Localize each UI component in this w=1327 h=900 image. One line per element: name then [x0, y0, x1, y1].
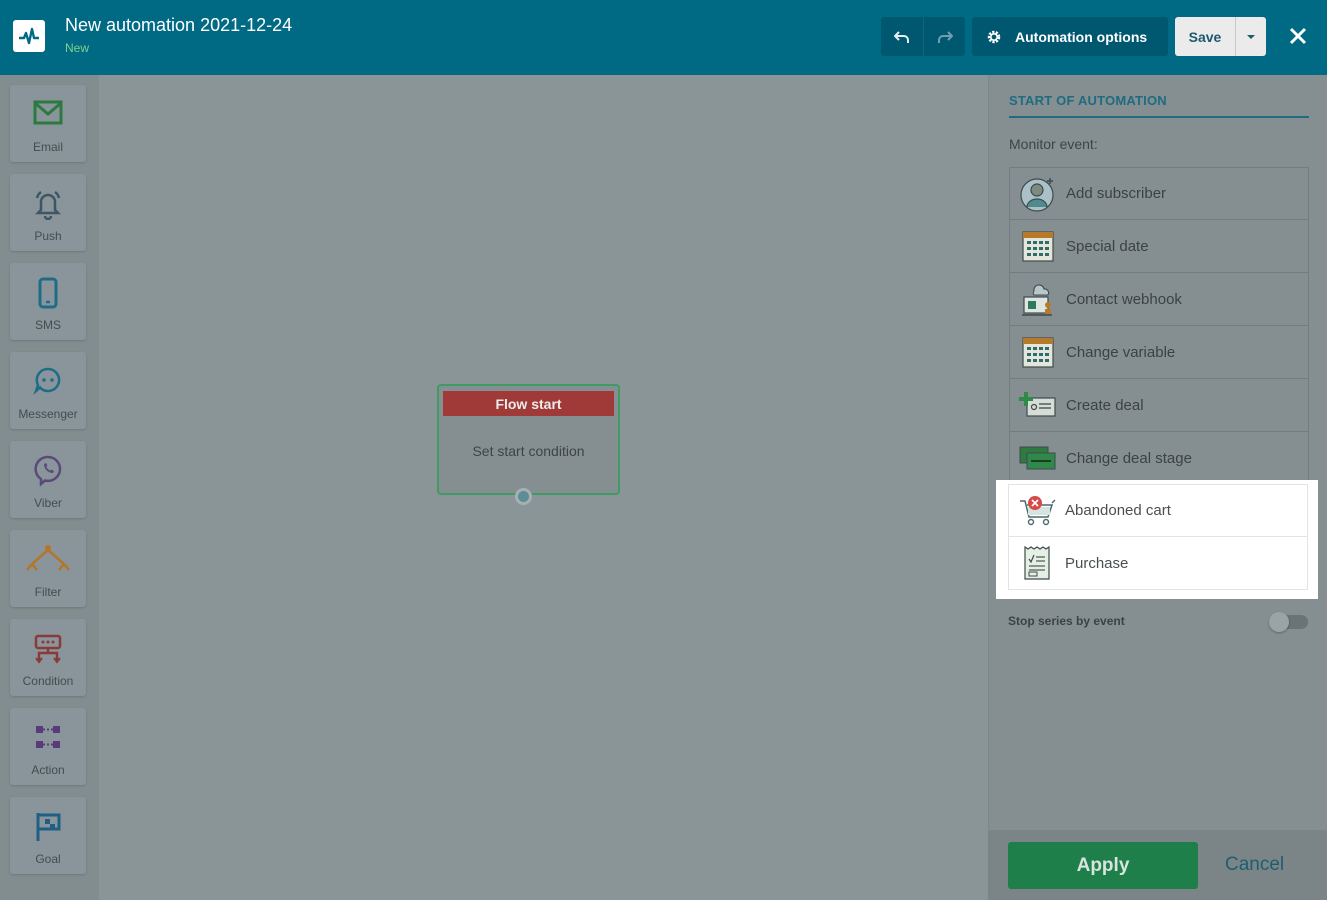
toggle-knob: [1269, 612, 1289, 632]
event-special-date[interactable]: Special date: [1009, 220, 1309, 273]
redo-icon: [937, 30, 953, 43]
history-controls: [881, 17, 965, 56]
event-label: Special date: [1066, 237, 1149, 255]
tool-label: SMS: [34, 318, 61, 332]
bell-icon: [34, 190, 62, 220]
create-deal-icon: [1019, 392, 1056, 417]
stop-series-toggle[interactable]: [1269, 612, 1308, 632]
undo-icon: [894, 30, 909, 43]
apply-button[interactable]: Apply: [1008, 842, 1198, 889]
node-output-handle[interactable]: [515, 488, 532, 505]
tool-label: Goal: [35, 852, 61, 866]
event-label: Add subscriber: [1066, 185, 1167, 202]
event-change-deal-stage[interactable]: Change deal stage: [1009, 432, 1309, 485]
tool-label: Push: [34, 229, 62, 243]
receipt-icon: [1024, 545, 1050, 580]
automation-options-button[interactable]: Automation options: [972, 17, 1168, 56]
app-logo[interactable]: [13, 20, 45, 52]
webhook-icon: [1022, 284, 1052, 316]
condition-icon: [34, 634, 62, 664]
envelope-icon: [33, 100, 63, 125]
calendar-icon: [1022, 337, 1054, 368]
tool-condition[interactable]: Condition: [10, 619, 86, 696]
event-purchase[interactable]: Purchase: [1008, 537, 1308, 590]
filter-icon: [26, 545, 70, 571]
panel-footer: Apply Cancel: [988, 830, 1327, 900]
undo-button[interactable]: [881, 17, 923, 56]
event-change-variable[interactable]: Change variable: [1009, 326, 1309, 379]
close-button[interactable]: [1284, 22, 1312, 50]
flow-start-title: Flow start: [443, 391, 614, 416]
tool-label: Messenger: [18, 407, 78, 421]
tool-viber[interactable]: Viber: [10, 441, 86, 518]
add-subscriber-icon: [1020, 177, 1054, 212]
tool-messenger[interactable]: Messenger: [10, 352, 86, 429]
pulse-icon: [19, 27, 39, 45]
tool-filter[interactable]: Filter: [10, 530, 86, 607]
highlighted-events: Abandoned cart Purchase: [996, 480, 1318, 599]
automation-status: New: [65, 41, 90, 55]
gear-icon: [987, 30, 1001, 43]
event-add-subscriber[interactable]: Add subscriber: [1009, 167, 1309, 220]
tool-email[interactable]: Email: [10, 85, 86, 162]
save-button[interactable]: Save: [1175, 17, 1235, 56]
panel-title: START OF AUTOMATION: [1009, 93, 1309, 118]
event-label: Create deal: [1066, 396, 1144, 414]
abandoned-cart-icon: [1020, 495, 1056, 525]
deal-stage-icon: [1019, 446, 1056, 470]
flag-icon: [36, 813, 61, 841]
event-label: Purchase: [1065, 554, 1129, 572]
tools-sidebar: Email Push SMS Messenger Viber Filter Co…: [0, 75, 99, 900]
save-button-group: Save: [1175, 17, 1266, 56]
event-abandoned-cart[interactable]: Abandoned cart: [1008, 484, 1308, 537]
caret-down-icon: [1247, 34, 1255, 39]
event-label: Abandoned cart: [1065, 502, 1171, 519]
automation-title: New automation 2021-12-24: [65, 15, 293, 35]
tool-label: Action: [31, 763, 65, 777]
tool-label: Viber: [34, 496, 62, 510]
action-icon: [36, 726, 60, 748]
save-dropdown-button[interactable]: [1235, 17, 1266, 56]
tool-label: Filter: [34, 585, 62, 599]
event-label: Change deal stage: [1066, 449, 1192, 467]
tool-goal[interactable]: Goal: [10, 797, 86, 874]
event-label: Change variable: [1066, 343, 1176, 361]
event-list: Add subscriber Special date Contact webh…: [1009, 167, 1309, 485]
tool-sms[interactable]: SMS: [10, 263, 86, 340]
cancel-button[interactable]: Cancel: [1225, 854, 1284, 876]
redo-button[interactable]: [923, 17, 965, 56]
tool-label: Email: [32, 140, 63, 154]
flow-start-condition: Set start condition: [472, 443, 585, 459]
chat-icon: [33, 367, 61, 395]
flow-start-node[interactable]: Flow start Set start condition: [437, 384, 620, 495]
viber-icon: [34, 455, 62, 487]
tool-action[interactable]: Action: [10, 708, 86, 785]
calendar-icon: [1022, 231, 1054, 262]
phone-icon: [38, 277, 58, 309]
monitor-event-label: Monitor event:: [1009, 136, 1098, 152]
tool-label: Condition: [22, 674, 74, 688]
event-create-deal[interactable]: Create deal: [1009, 379, 1309, 432]
automation-options-label: Automation options: [1015, 28, 1148, 45]
close-icon: [1289, 27, 1307, 45]
top-header: New automation 2021-12-24 New Automation…: [0, 0, 1327, 75]
event-label: Contact webhook: [1066, 290, 1182, 308]
tool-push[interactable]: Push: [10, 174, 86, 251]
event-contact-webhook[interactable]: Contact webhook: [1009, 273, 1309, 326]
